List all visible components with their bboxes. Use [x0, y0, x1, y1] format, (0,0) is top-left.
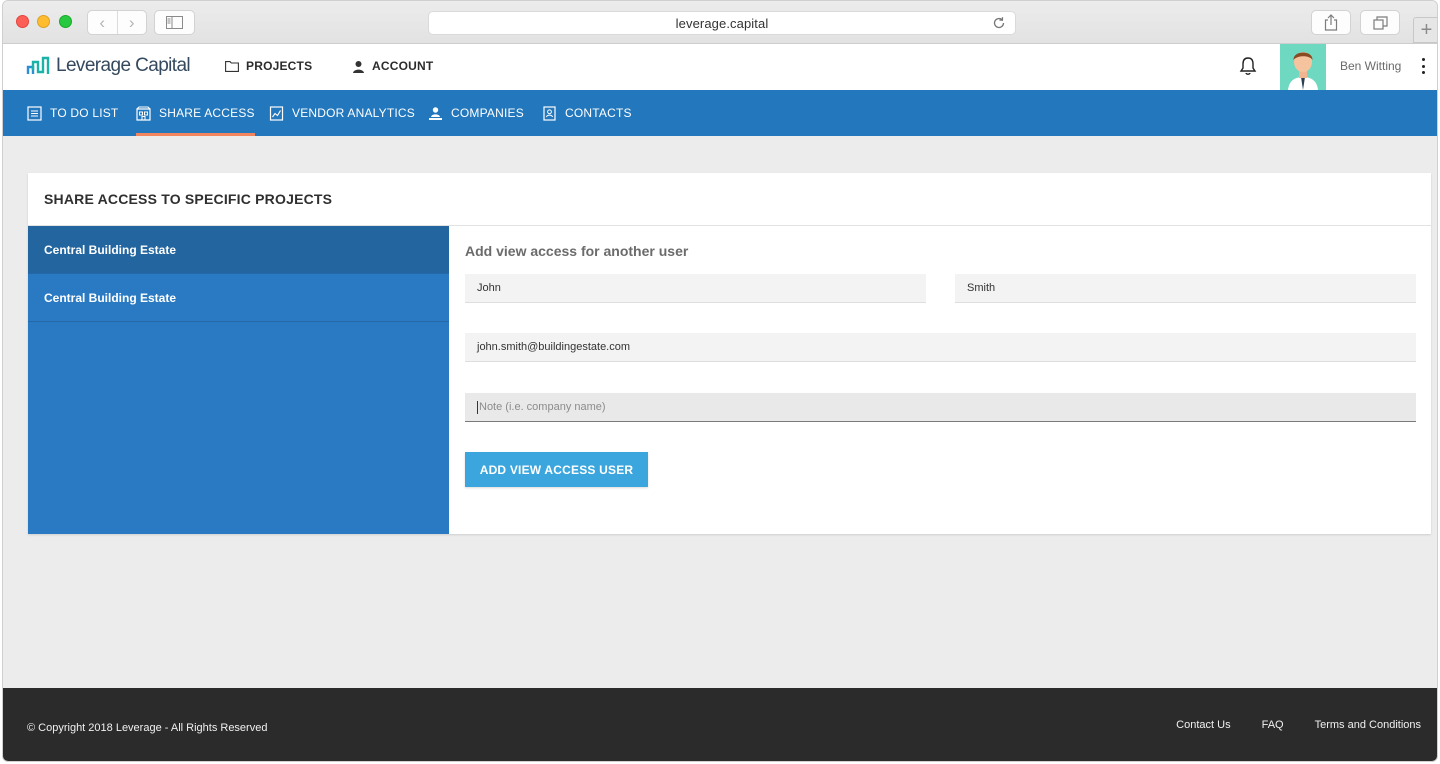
text-cursor — [477, 400, 478, 414]
tabs-icon — [1372, 15, 1388, 30]
nav-projects[interactable]: PROJECTS — [225, 59, 312, 73]
new-tab-button[interactable]: + — [1413, 17, 1437, 43]
close-window-button[interactable] — [16, 15, 29, 28]
note-field[interactable]: Note (i.e. company name) — [465, 393, 1416, 422]
form-heading: Add view access for another user — [465, 243, 689, 259]
user-name[interactable]: Ben Witting — [1340, 59, 1401, 73]
share-access-icon — [136, 105, 151, 121]
sidebar-toggle-button[interactable] — [154, 10, 195, 35]
reload-icon[interactable] — [991, 15, 1007, 31]
back-button[interactable]: ‹ — [88, 11, 117, 34]
app-header: Leverage Capital PROJECTS ACCOUNT Ben Wi… — [3, 44, 1437, 90]
user-icon — [353, 60, 364, 73]
list-icon — [27, 105, 42, 121]
share-access-card: SHARE ACCESS TO SPECIFIC PROJECTS Centra… — [28, 173, 1431, 534]
url-text: leverage.capital — [675, 15, 769, 31]
card-header: SHARE ACCESS TO SPECIFIC PROJECTS — [28, 173, 1431, 226]
share-button[interactable] — [1311, 10, 1351, 35]
logo-icon — [26, 56, 50, 74]
browser-window: ‹ › leverage.capital + Leverage Capital … — [2, 0, 1438, 762]
project-list: Central Building Estate Central Building… — [28, 226, 449, 534]
browser-toolbar: ‹ › leverage.capital + — [3, 1, 1437, 44]
note-placeholder: Note (i.e. company name) — [479, 401, 606, 413]
more-options-icon[interactable] — [1420, 58, 1426, 74]
tab-share-access-label: SHARE ACCESS — [159, 106, 255, 120]
tab-share-access[interactable]: SHARE ACCESS — [136, 90, 255, 136]
bell-icon[interactable] — [1239, 56, 1257, 76]
address-bar[interactable]: leverage.capital — [428, 11, 1016, 35]
tab-to-do-list[interactable]: TO DO LIST — [27, 90, 118, 136]
folder-icon — [225, 60, 239, 72]
footer-links: Contact Us FAQ Terms and Conditions — [1176, 719, 1421, 731]
copyright-text: © Copyright 2018 Leverage - All Rights R… — [27, 722, 268, 734]
footer: © Copyright 2018 Leverage - All Rights R… — [3, 688, 1437, 761]
email-field[interactable]: john.smith@buildingestate.com — [465, 333, 1416, 362]
last-name-field[interactable]: Smith — [955, 274, 1416, 303]
footer-link-terms[interactable]: Terms and Conditions — [1315, 719, 1421, 731]
user-avatar-icon — [1280, 44, 1326, 90]
tab-overview-button[interactable] — [1360, 10, 1400, 35]
section-nav: TO DO LIST SHARE ACCESS VENDOR ANALYTICS — [3, 90, 1437, 136]
tab-contacts[interactable]: CONTACTS — [542, 90, 632, 136]
history-nav: ‹ › — [87, 10, 147, 35]
analytics-icon — [269, 105, 284, 121]
tab-vendor-analytics[interactable]: VENDOR ANALYTICS — [269, 90, 415, 136]
logo-text: Leverage Capital — [56, 55, 191, 76]
project-item[interactable]: Central Building Estate — [28, 274, 449, 322]
tab-companies-label: COMPANIES — [451, 106, 524, 120]
footer-link-faq[interactable]: FAQ — [1262, 719, 1284, 731]
nav-account[interactable]: ACCOUNT — [352, 59, 433, 73]
tab-to-do-list-label: TO DO LIST — [50, 106, 119, 120]
tab-companies[interactable]: COMPANIES — [428, 90, 524, 136]
minimize-window-button[interactable] — [37, 15, 50, 28]
tab-contacts-label: CONTACTS — [565, 106, 632, 120]
contacts-icon — [543, 105, 556, 121]
companies-icon — [429, 106, 442, 120]
sidebar-icon — [166, 16, 183, 29]
footer-link-contact-us[interactable]: Contact Us — [1176, 719, 1230, 731]
nav-projects-label: PROJECTS — [246, 59, 313, 73]
nav-account-label: ACCOUNT — [372, 59, 434, 73]
maximize-window-button[interactable] — [59, 15, 72, 28]
forward-button[interactable]: › — [116, 11, 147, 34]
project-item[interactable]: Central Building Estate — [28, 226, 449, 274]
first-name-field[interactable]: John — [465, 274, 926, 303]
logo[interactable]: Leverage Capital — [26, 55, 191, 77]
avatar[interactable] — [1280, 44, 1326, 90]
add-user-form: Add view access for another user John Sm… — [465, 226, 1417, 534]
tab-vendor-analytics-label: VENDOR ANALYTICS — [292, 106, 416, 120]
add-view-access-user-button[interactable]: ADD VIEW ACCESS USER — [465, 452, 648, 487]
page-title: SHARE ACCESS TO SPECIFIC PROJECTS — [44, 191, 333, 207]
share-icon — [1324, 14, 1338, 31]
